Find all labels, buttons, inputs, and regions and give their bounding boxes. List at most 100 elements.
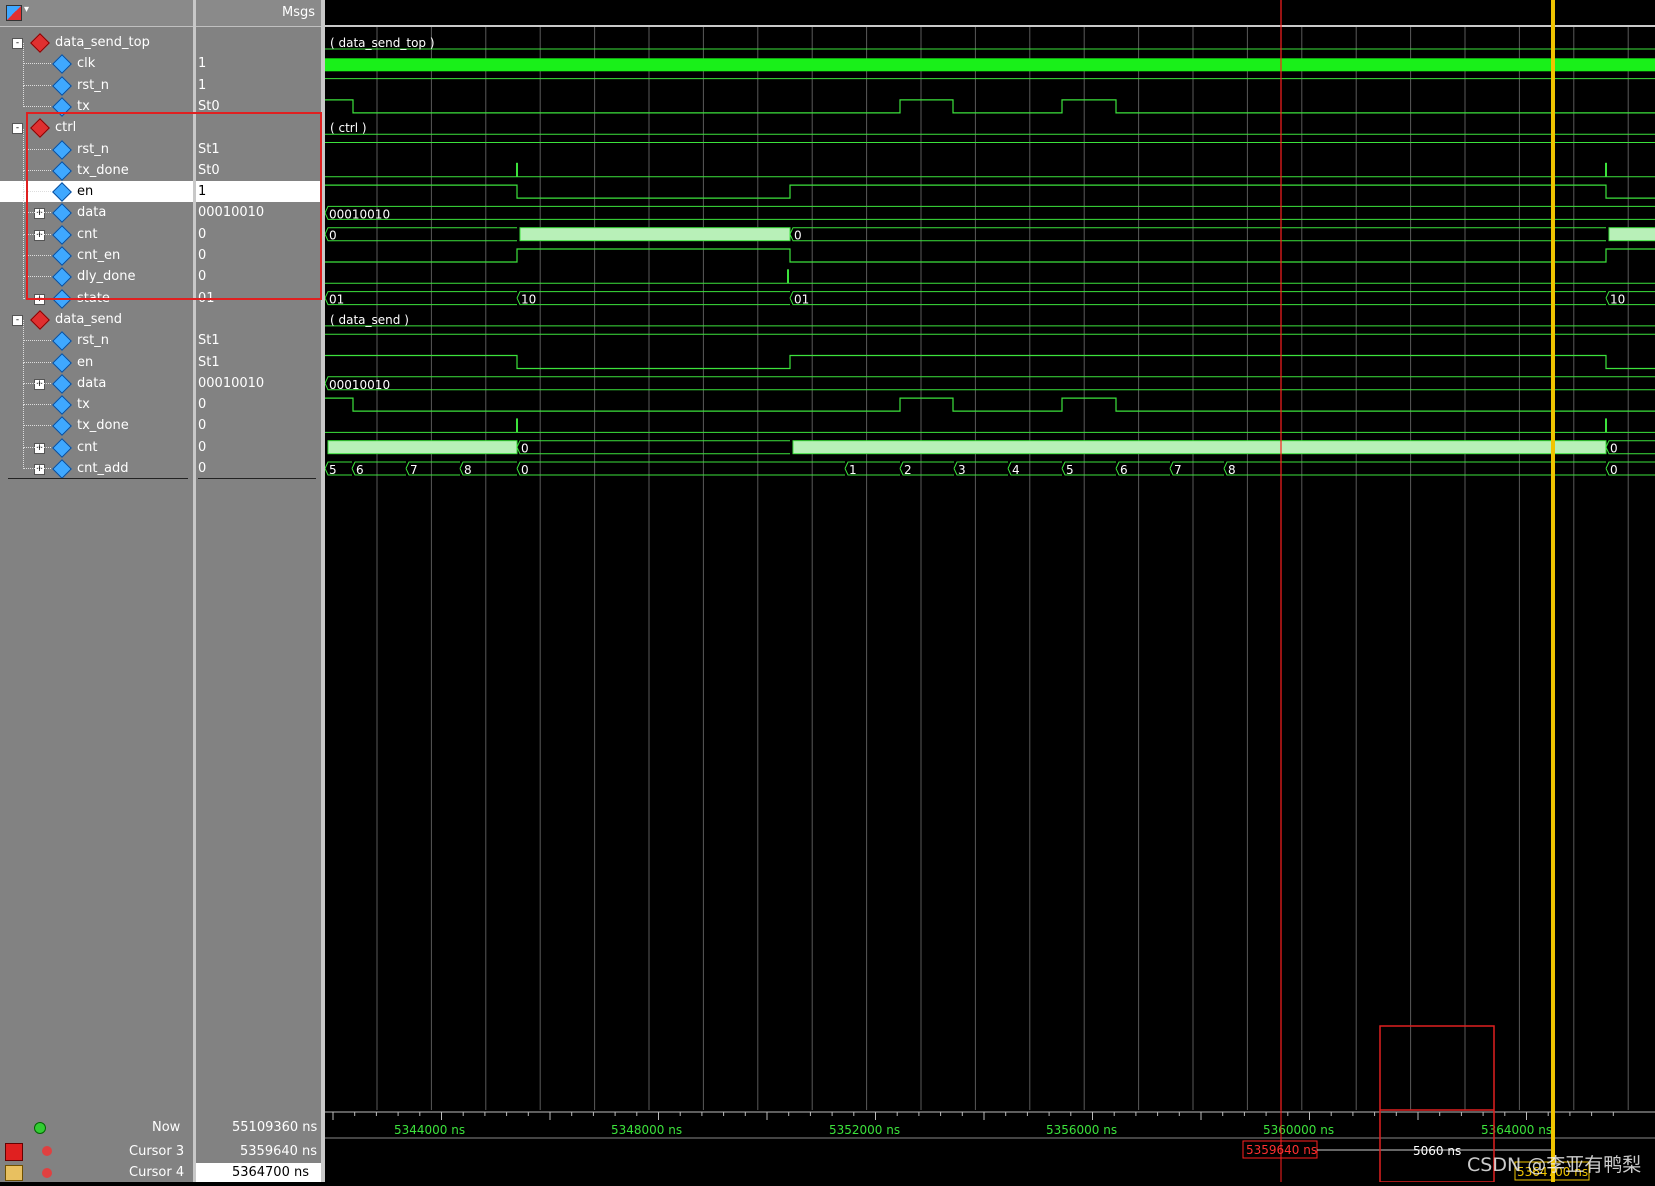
collapse-icon[interactable]: -: [12, 38, 23, 49]
bus-value-label: 0: [329, 229, 337, 243]
lock-icon[interactable]: [5, 1165, 23, 1181]
expand-icon[interactable]: +: [34, 464, 45, 475]
signal-value: St1: [198, 354, 220, 370]
signal-row[interactable]: clk: [0, 43, 193, 75]
tree-line: [23, 105, 51, 107]
tree-line: [23, 149, 24, 171]
bus-edge: [789, 233, 1606, 242]
expand-icon[interactable]: +: [34, 378, 45, 390]
tree-line: [23, 362, 24, 384]
signal-icon: [52, 75, 72, 96]
value-row[interactable]: 00010010: [196, 373, 321, 394]
signal-name: data_send_top: [55, 35, 150, 50]
signal-row[interactable]: rst_n: [0, 64, 193, 96]
value-row[interactable]: St1: [196, 352, 321, 373]
value-row[interactable]: 1: [196, 53, 321, 74]
value-row[interactable]: St1: [196, 330, 321, 351]
signal-row[interactable]: en: [0, 341, 193, 373]
tree-line: [23, 320, 24, 342]
cursor3-value[interactable]: 5359640 ns: [240, 1144, 317, 1159]
tree-line: [23, 213, 24, 235]
cursor4-value-box[interactable]: 5364700 ns: [196, 1163, 321, 1182]
signal-row[interactable]: + cnt: [0, 426, 193, 458]
tree-line: [23, 256, 24, 278]
waveform-pane[interactable]: ( data_send_top )( ctrl )000100100000110…: [325, 0, 1655, 1182]
tree-line: [23, 384, 24, 406]
signal-row[interactable]: - data_send_top: [0, 32, 193, 53]
bus-value-label: 2: [904, 463, 912, 477]
tree-line: [23, 468, 51, 469]
signal-row[interactable]: + cnt_add: [0, 448, 193, 479]
signal-name: rst_n: [77, 77, 109, 93]
bus-value-label: 4: [1012, 463, 1020, 477]
collapse-icon[interactable]: -: [12, 123, 23, 135]
cursor-toolbar-icons[interactable]: [6, 1122, 46, 1134]
tree-line: [23, 382, 51, 384]
clock-band: [325, 58, 1655, 72]
bus-value-label: 10: [521, 293, 536, 307]
group-label: ( data_send ): [330, 313, 409, 327]
value-row[interactable]: 0: [196, 437, 321, 458]
bus-edge: [325, 233, 517, 242]
instance-icon: [30, 33, 50, 53]
signal-row[interactable]: tx_done: [0, 405, 193, 437]
bus-edge: [789, 291, 1606, 299]
value-row[interactable]: 0: [196, 458, 321, 479]
value-row[interactable]: [196, 32, 321, 53]
bus-edge: [516, 440, 790, 448]
cursor3-label[interactable]: Cursor 3: [129, 1144, 184, 1159]
bus-edge: [789, 297, 1606, 306]
value-row[interactable]: 0: [196, 415, 321, 436]
bus-value-label: 00010010: [329, 207, 390, 221]
dropdown-arrow-icon[interactable]: ▾: [24, 4, 29, 15]
bus-activity: [792, 440, 1607, 455]
signal-value: 0: [198, 439, 207, 455]
signal-name: clk: [77, 56, 96, 72]
collapse-icon[interactable]: -: [12, 314, 23, 326]
bus-edge: [325, 205, 1655, 214]
value-row[interactable]: 0: [196, 394, 321, 415]
signal-trace: [325, 248, 1655, 263]
now-value: 55109360 ns: [232, 1120, 318, 1135]
bus-edge: [325, 212, 1655, 220]
bus-activity: [1608, 227, 1655, 242]
wave-header-strip: [325, 0, 1655, 27]
waveform-canvas[interactable]: ( data_send_top )( ctrl )000100100000110…: [325, 0, 1655, 1182]
signal-value: 1: [198, 77, 207, 93]
remove-cursor-icon[interactable]: [42, 1168, 52, 1178]
signal-value: 0: [198, 461, 207, 476]
remove-cursor-icon[interactable]: [42, 1146, 52, 1156]
tree-line: [23, 446, 51, 448]
now-label: Now: [152, 1120, 181, 1135]
add-cursor-icon[interactable]: [34, 1122, 46, 1134]
tree-line: [23, 128, 24, 150]
bus-value-label: 01: [794, 293, 809, 307]
bus-value-label: 6: [1120, 463, 1128, 477]
signal-row[interactable]: + data: [0, 362, 193, 394]
signal-row[interactable]: - data_send: [0, 309, 193, 330]
time-ruler[interactable]: 5344000 ns 5348000 ns 5352000 ns 5356000 ns…: [325, 1109, 1655, 1183]
value-row[interactable]: 1: [196, 75, 321, 96]
waveform-tool-icon[interactable]: [6, 5, 22, 21]
cursor4-label[interactable]: Cursor 4: [129, 1165, 184, 1180]
bus-edge: [325, 291, 517, 299]
ruler-label: 5344000 ns: [394, 1123, 465, 1137]
bus-edge: [325, 227, 517, 235]
name-pane-insert-marker: [8, 478, 188, 479]
bus-edge: [516, 446, 790, 455]
expand-icon[interactable]: +: [34, 442, 45, 454]
signal-row[interactable]: tx: [0, 384, 193, 415]
cursor3-time: 5359640 ns: [1246, 1143, 1317, 1157]
signal-trace: [325, 397, 1655, 412]
signal-icon: [52, 437, 72, 458]
bus-activity: [327, 440, 518, 455]
instance-icon: [30, 309, 50, 330]
value-row[interactable]: [196, 309, 321, 330]
lock-icon[interactable]: [5, 1143, 23, 1161]
bus-edge: [516, 468, 845, 476]
msgs-label: Msgs: [281, 5, 315, 20]
value-pane-insert-marker: [198, 478, 316, 479]
signal-icon: [52, 331, 72, 352]
bus-value-label: 6: [356, 463, 364, 477]
signal-row[interactable]: rst_n: [0, 320, 193, 352]
